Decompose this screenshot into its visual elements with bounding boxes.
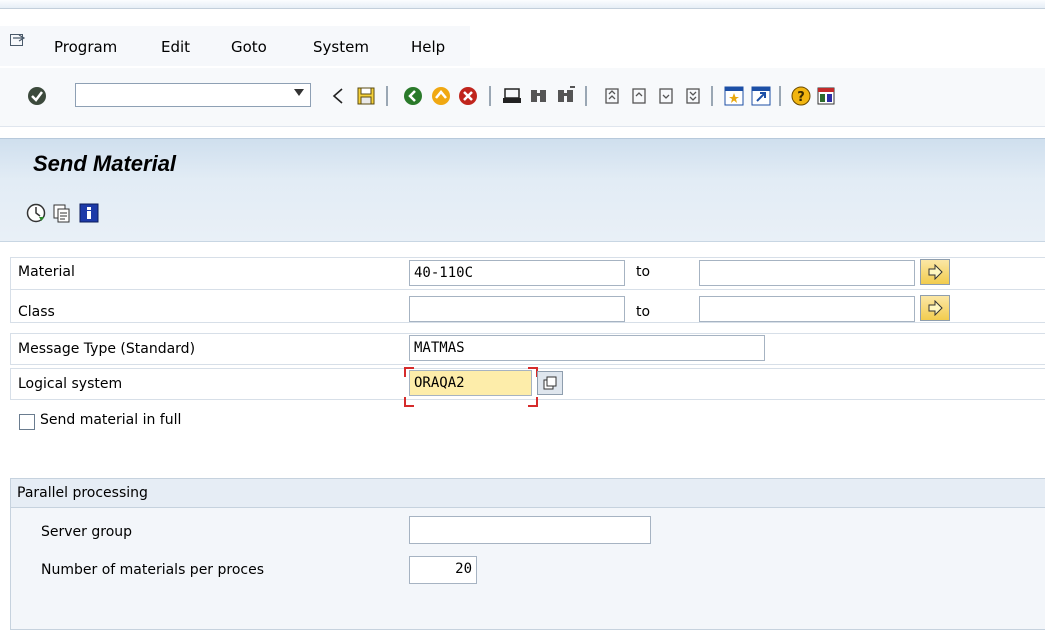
cancel-icon[interactable] <box>458 86 478 106</box>
materials-per-process-input[interactable]: 20 <box>409 556 477 584</box>
variants-icon[interactable] <box>52 203 72 223</box>
toolbar-separator <box>386 86 388 106</box>
menu-help[interactable]: Help <box>411 38 445 56</box>
menu-program[interactable]: Program <box>54 38 117 56</box>
row-divider <box>10 289 1045 290</box>
send-in-full-label: Send material in full <box>40 412 182 428</box>
server-group-label: Server group <box>41 524 133 540</box>
page-title: Send Material <box>33 151 177 176</box>
save-icon[interactable] <box>356 86 376 106</box>
message-type-label: Message Type (Standard) <box>18 341 196 357</box>
arrow-right-icon <box>928 264 943 280</box>
required-marker <box>528 397 538 407</box>
message-type-input[interactable]: MATMAS <box>409 335 765 361</box>
class-multiple-selection-button[interactable] <box>920 295 950 321</box>
send-in-full-checkbox[interactable] <box>19 414 35 430</box>
menu-icon[interactable] <box>10 34 26 48</box>
enter-icon[interactable] <box>27 86 47 106</box>
material-to-input[interactable] <box>699 260 915 286</box>
value-help-button[interactable] <box>537 371 563 395</box>
parallel-processing-group: Parallel processing Server group Number … <box>10 478 1045 630</box>
execute-icon[interactable] <box>26 203 46 223</box>
find-next-icon[interactable] <box>556 86 576 106</box>
material-from-input[interactable]: 40-110C <box>409 260 625 286</box>
window-top-border <box>0 0 1045 9</box>
print-icon[interactable] <box>502 86 522 106</box>
arrow-right-icon <box>928 300 943 316</box>
screen-header: Send Material <box>0 138 1045 242</box>
class-to-input[interactable] <box>699 296 915 322</box>
previous-page-icon[interactable] <box>629 86 649 106</box>
server-group-input[interactable] <box>409 516 651 544</box>
back-arrow-icon[interactable] <box>329 86 349 106</box>
group-title: Parallel processing <box>17 485 148 501</box>
create-session-icon[interactable] <box>724 86 744 106</box>
next-page-icon[interactable] <box>656 86 676 106</box>
shortcut-icon[interactable] <box>751 86 771 106</box>
required-marker <box>404 367 414 377</box>
find-icon[interactable] <box>529 86 549 106</box>
info-icon[interactable] <box>79 203 99 223</box>
layout-menu-icon[interactable] <box>816 86 836 106</box>
material-label: Material <box>18 264 75 280</box>
materials-per-process-label: Number of materials per proces <box>41 562 265 578</box>
toolbar-separator <box>585 86 587 106</box>
standard-toolbar <box>0 68 1045 127</box>
material-to-label: to <box>636 264 651 280</box>
logical-system-input[interactable]: ORAQA2 <box>409 370 532 396</box>
logical-system-label: Logical system <box>18 376 123 392</box>
toolbar-separator <box>711 86 713 106</box>
group-header: Parallel processing <box>11 479 1045 508</box>
help-icon[interactable]: ? <box>791 86 811 106</box>
menu-goto[interactable]: Goto <box>231 38 267 56</box>
chevron-down-icon[interactable] <box>294 89 304 96</box>
menu-edit[interactable]: Edit <box>161 38 190 56</box>
menu-system[interactable]: System <box>313 38 369 56</box>
last-page-icon[interactable] <box>683 86 703 106</box>
class-label: Class <box>18 304 55 320</box>
exit-icon[interactable] <box>431 86 451 106</box>
value-help-icon <box>543 376 557 390</box>
toolbar-separator <box>489 86 491 106</box>
first-page-icon[interactable] <box>602 86 622 106</box>
required-marker <box>404 397 414 407</box>
class-from-input[interactable] <box>409 296 625 322</box>
class-to-label: to <box>636 304 651 320</box>
back-icon[interactable] <box>403 86 423 106</box>
toolbar-separator <box>779 86 781 106</box>
menu-bar: Program Edit Goto System Help <box>0 26 470 66</box>
svg-text:?: ? <box>797 90 805 105</box>
command-field[interactable] <box>75 83 311 107</box>
material-multiple-selection-button[interactable] <box>920 259 950 285</box>
